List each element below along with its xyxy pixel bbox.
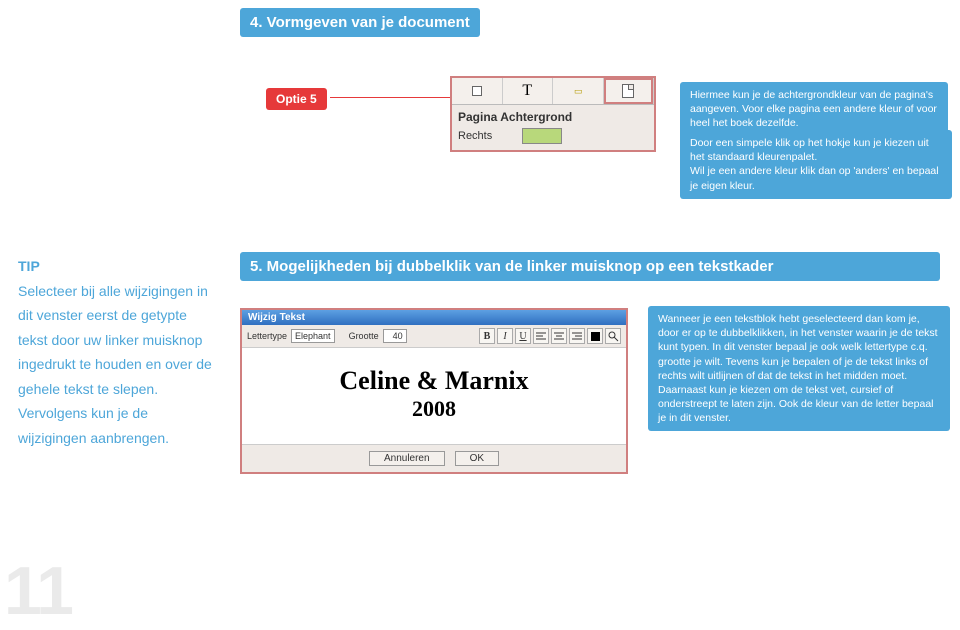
font-select: Elephant — [291, 329, 335, 343]
tip-body: Selecteer bij alle wijzigingen in dit ve… — [18, 279, 218, 451]
tip-sidebar: TIP Selecteer bij alle wijzigingen in di… — [18, 254, 218, 450]
ok-button: OK — [455, 451, 499, 466]
section-5-heading: 5. Mogelijkheden bij dubbelklik van de l… — [240, 252, 940, 281]
page-number: 11 — [4, 552, 72, 630]
size-select: 40 — [383, 329, 407, 343]
font-label: Lettertype — [247, 331, 287, 341]
intro-copy-2: Door een simpele klik op het hokje kun j… — [680, 130, 952, 199]
color-swatch — [522, 128, 562, 144]
tool-page-icon — [604, 78, 655, 104]
square-icon — [472, 86, 482, 96]
tool-shape-icon — [452, 78, 503, 104]
letter-t-icon: T — [522, 82, 532, 100]
option-5-label: Optie 5 — [266, 88, 327, 110]
section-4-heading: 4. Vormgeven van je document — [240, 8, 480, 37]
underline-icon: U — [515, 328, 531, 344]
sample-text-line1: Celine & Marnix — [242, 366, 626, 396]
section-5-copy: Wanneer je een tekstblok hebt geselectee… — [648, 306, 950, 431]
color-icon — [587, 328, 603, 344]
rechts-label: Rechts — [458, 130, 492, 142]
dialog-titlebar: Wijzig Tekst — [242, 310, 626, 325]
screenshot1-toolbar: T ▭ — [452, 78, 654, 105]
page-icon — [622, 84, 634, 98]
tool-ruler-icon: ▭ — [553, 78, 604, 104]
pagina-achtergrond-screenshot: T ▭ Pagina Achtergrond Rechts — [450, 76, 656, 152]
style-icon-group: B I U — [479, 328, 621, 344]
sample-text-line2: 2008 — [242, 396, 626, 422]
dialog-options-row: Lettertype Elephant Grootte 40 B I U — [242, 325, 626, 348]
ruler-icon: ▭ — [574, 86, 582, 97]
intro-copy-1: Hiermee kun je de achtergrondkleur van d… — [680, 82, 948, 137]
align-left-icon — [533, 328, 549, 344]
screenshot1-row: Rechts — [452, 126, 654, 150]
dialog-canvas: Celine & Marnix 2008 — [242, 348, 626, 444]
wijzig-tekst-screenshot: Wijzig Tekst Lettertype Elephant Grootte… — [240, 308, 628, 474]
dialog-button-row: Annuleren OK — [242, 444, 626, 472]
bold-icon: B — [479, 328, 495, 344]
search-icon — [605, 328, 621, 344]
italic-icon: I — [497, 328, 513, 344]
cancel-button: Annuleren — [369, 451, 445, 466]
align-right-icon — [569, 328, 585, 344]
tool-text-icon: T — [503, 78, 554, 104]
tip-title: TIP — [18, 254, 218, 279]
size-label: Grootte — [349, 331, 379, 341]
pagina-achtergrond-label: Pagina Achtergrond — [452, 105, 654, 126]
align-center-icon — [551, 328, 567, 344]
